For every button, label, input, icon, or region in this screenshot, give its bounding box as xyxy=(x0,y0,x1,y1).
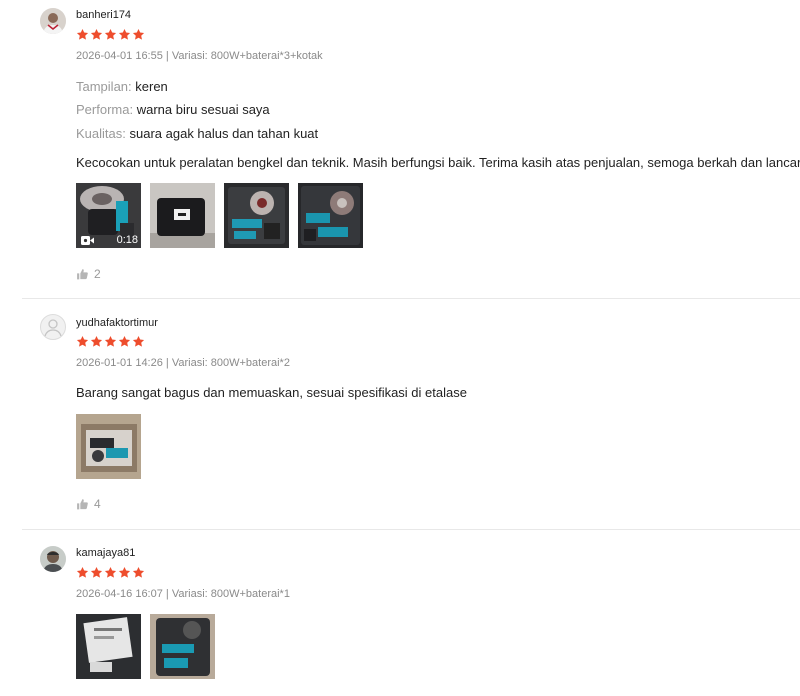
review-photo-thumbnail[interactable] xyxy=(298,183,363,248)
star-icon xyxy=(118,335,131,348)
attribute-key: Performa: xyxy=(76,102,134,117)
attribute-row: Performa: warna biru sesuai saya xyxy=(76,102,270,117)
star-rating xyxy=(76,28,145,41)
like-button[interactable]: 2 xyxy=(76,267,101,281)
star-icon xyxy=(76,28,89,41)
star-icon xyxy=(132,28,145,41)
attribute-key: Kualitas: xyxy=(76,126,126,141)
review-photo-thumbnail[interactable] xyxy=(150,614,215,679)
attribute-row: Kualitas: suara agak halus dan tahan kua… xyxy=(76,126,318,141)
review-video-thumbnail[interactable]: 0:18 xyxy=(76,183,141,248)
star-icon xyxy=(104,566,117,579)
star-icon xyxy=(76,566,89,579)
review-variation: Variasi: 800W+baterai*1 xyxy=(171,588,290,600)
star-icon xyxy=(132,335,145,348)
avatar[interactable] xyxy=(40,546,66,572)
attribute-value: warna biru sesuai saya xyxy=(136,102,270,117)
star-icon xyxy=(104,28,117,41)
review-item: kamajaya81 2026-04-16 16:07 | Variasi: 8… xyxy=(22,530,800,696)
like-count: 4 xyxy=(94,497,101,511)
review-photo-thumbnail[interactable] xyxy=(76,414,141,479)
avatar[interactable] xyxy=(40,314,66,340)
meta-separator: | xyxy=(162,50,172,62)
star-icon xyxy=(90,335,103,348)
attribute-value: suara agak halus dan tahan kuat xyxy=(129,126,319,141)
meta-separator: | xyxy=(162,588,172,600)
thumbs-up-icon xyxy=(76,268,89,281)
star-icon xyxy=(104,335,117,348)
attribute-value: keren xyxy=(135,79,168,94)
username: kamajaya81 xyxy=(76,547,136,559)
review-meta: 2026-01-01 14:26 | Variasi: 800W+baterai… xyxy=(76,357,290,369)
username: yudhafaktortimur xyxy=(76,317,158,329)
star-icon xyxy=(118,28,131,41)
meta-separator: | xyxy=(162,357,172,369)
star-icon xyxy=(90,566,103,579)
avatar[interactable] xyxy=(40,8,66,34)
star-rating xyxy=(76,566,145,579)
review-meta: 2026-04-01 16:55 | Variasi: 800W+baterai… xyxy=(76,50,323,62)
review-variation: Variasi: 800W+baterai*2 xyxy=(171,357,290,369)
attribute-row: Tampilan: keren xyxy=(76,79,168,94)
review-photo-thumbnail[interactable] xyxy=(224,183,289,248)
review-item: banheri174 2026-04-01 16:55 | Variasi: 8… xyxy=(22,0,800,299)
thumbs-up-icon xyxy=(76,498,89,511)
like-button[interactable]: 4 xyxy=(76,497,101,511)
star-icon xyxy=(90,28,103,41)
media-gallery: 0:18 xyxy=(76,183,363,248)
like-count: 2 xyxy=(94,267,101,281)
review-photo-thumbnail[interactable] xyxy=(150,183,215,248)
review-meta: 2026-04-16 16:07 | Variasi: 800W+baterai… xyxy=(76,588,290,600)
review-date: 2026-04-01 16:55 xyxy=(76,50,163,62)
username: banheri174 xyxy=(76,9,132,21)
review-photo-thumbnail[interactable] xyxy=(76,614,141,679)
media-gallery xyxy=(76,614,215,679)
star-icon xyxy=(76,335,89,348)
star-icon xyxy=(118,566,131,579)
review-date: 2026-01-01 14:26 xyxy=(76,357,163,369)
attribute-key: Tampilan: xyxy=(76,79,132,94)
video-badge: 0:18 xyxy=(76,232,141,248)
review-variation: Variasi: 800W+baterai*3+kotak xyxy=(171,50,323,62)
review-date: 2026-04-16 16:07 xyxy=(76,588,163,600)
video-duration: 0:18 xyxy=(116,234,138,246)
media-gallery xyxy=(76,414,141,479)
star-icon xyxy=(132,566,145,579)
review-comment: Barang sangat bagus dan memuaskan, sesua… xyxy=(76,385,467,400)
video-camera-icon xyxy=(81,235,94,245)
star-rating xyxy=(76,335,145,348)
review-item: yudhafaktortimur 2026-01-01 14:26 | Vari… xyxy=(22,299,800,530)
review-comment: Kecocokan untuk peralatan bengkel dan te… xyxy=(76,155,800,170)
